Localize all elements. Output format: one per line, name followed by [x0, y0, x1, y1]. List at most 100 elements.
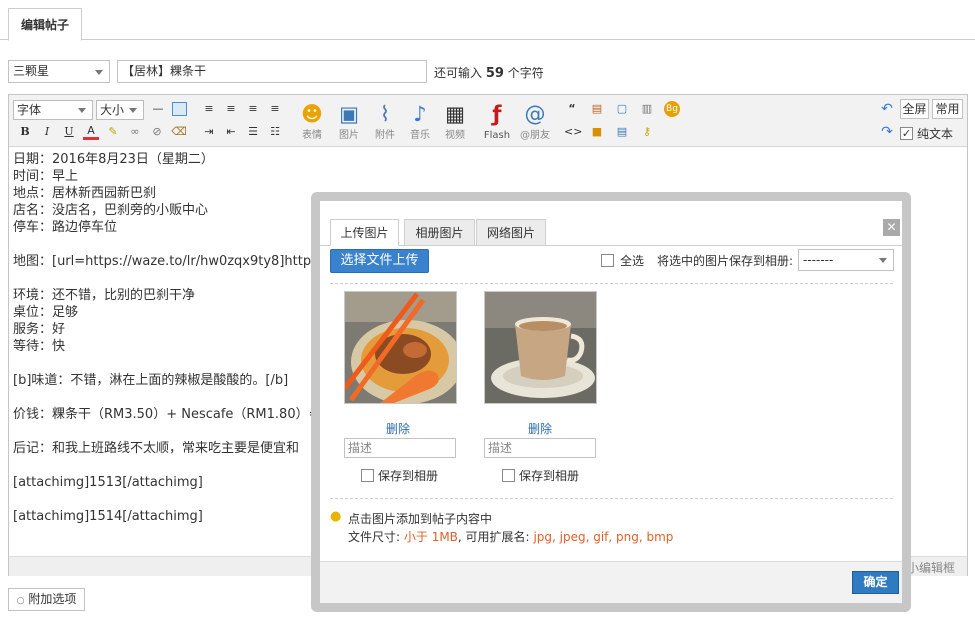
rating-select-value: 三颗星	[13, 64, 50, 78]
link-icon[interactable]: ∞	[127, 124, 143, 140]
attachment-button-label: 附件	[375, 130, 395, 141]
flash-icon: ƒ	[492, 102, 502, 126]
quote-icon[interactable]: “	[564, 101, 580, 117]
redo-icon[interactable]: ↷	[879, 124, 895, 140]
image-1-save-checkbox[interactable]	[361, 469, 374, 482]
file-size-value: 小于 1MB	[403, 530, 458, 544]
food-photo-noodles-icon	[345, 292, 456, 403]
unlink-icon[interactable]: ⊘	[149, 124, 165, 140]
font-color-icon[interactable]: A	[83, 124, 99, 140]
bold-icon[interactable]: B	[17, 124, 33, 140]
album-select[interactable]: -------	[798, 249, 894, 271]
image-button[interactable]: ▣ 图片	[335, 99, 363, 143]
file-info: 文件尺寸: 小于 1MB, 可用扩展名: jpg, jpeg, gif, png…	[348, 528, 673, 545]
save-to-album-label: 将选中的图片保存到相册:	[657, 254, 794, 268]
align-right-icon[interactable]: ≡	[245, 101, 261, 117]
image-thumbnail-1[interactable]	[344, 291, 457, 404]
ok-button[interactable]: 确定	[852, 571, 899, 594]
underline-icon[interactable]: U	[61, 124, 77, 140]
dialog-body: 上传图片 相册图片 网络图片 ✕ 选择文件上传 全选 将选中的图片保存到相册: …	[320, 201, 902, 603]
lock-icon[interactable]: ■	[589, 124, 605, 140]
key-icon[interactable]: ⚷	[639, 124, 655, 140]
emoji-button-label: 表情	[302, 130, 322, 141]
music-button[interactable]: ♪ 音乐	[406, 99, 434, 143]
smiley-icon: ☻	[301, 102, 323, 126]
align-justify-icon[interactable]: ≡	[267, 101, 283, 117]
align-left-icon[interactable]: ≡	[201, 101, 217, 117]
lightbulb-icon: ●	[330, 509, 342, 524]
content-line: 日期：2016年8月23日（星期二）	[13, 152, 214, 167]
code-icon[interactable]: <>	[564, 124, 582, 140]
table-icon[interactable]	[172, 102, 187, 116]
hide-icon[interactable]: ▤	[614, 124, 630, 140]
music-note-icon: ♪	[413, 102, 427, 126]
outdent-icon[interactable]: ⇤	[223, 124, 239, 140]
editor-toolbar: 字体 大小 — ≡ ≡ ≡ ≡ B I U A ✎ ∞ ⊘ ⌫ ⇥ ⇤ ☰ ☷ …	[9, 95, 967, 147]
font-select[interactable]: 字体	[13, 100, 93, 120]
unordered-list-icon[interactable]: ☷	[267, 124, 283, 140]
divider	[330, 283, 893, 284]
mention-button[interactable]: @ @朋友	[517, 99, 553, 143]
size-select[interactable]: 大小	[96, 100, 144, 120]
column-icon[interactable]: ▥	[639, 101, 655, 117]
clear-format-icon[interactable]: ⌫	[171, 124, 187, 140]
highlight-icon[interactable]: ✎	[105, 124, 121, 140]
food-photo-coffee-icon	[485, 292, 596, 403]
image-button-label: 图片	[339, 130, 359, 141]
indent-icon[interactable]: ⇥	[201, 124, 217, 140]
char-counter-prefix: 还可输入	[434, 66, 483, 80]
tab-edit-post[interactable]: 编辑帖子	[8, 8, 82, 41]
attachment-button[interactable]: ⌇ 附件	[371, 99, 399, 143]
image-1-description-placeholder: 描述	[348, 441, 373, 455]
mention-button-label: @朋友	[520, 130, 550, 141]
upload-file-button[interactable]: 选择文件上传	[330, 249, 429, 273]
extra-options-label: 附加选项	[28, 592, 77, 606]
char-counter-count: 59	[485, 66, 504, 81]
chevron-down-icon	[129, 108, 137, 113]
film-icon: ▦	[445, 102, 465, 126]
image-2-save-label: 保存到相册	[519, 469, 580, 483]
delete-image-2-link[interactable]: 删除	[528, 420, 552, 437]
select-all-label: 全选	[620, 254, 645, 268]
fullscreen-button[interactable]: 全屏	[900, 99, 929, 119]
image-thumbnail-2[interactable]	[484, 291, 597, 404]
undo-icon[interactable]: ↶	[879, 101, 895, 117]
image-1-save-label: 保存到相册	[378, 469, 439, 483]
image-icon: ▣	[339, 102, 359, 126]
extra-options-button[interactable]: ○ 附加选项	[8, 588, 85, 611]
ordered-list-icon[interactable]: ☰	[245, 124, 261, 140]
align-center-icon[interactable]: ≡	[223, 101, 239, 117]
close-icon[interactable]: ✕	[883, 219, 900, 236]
tab-upload-image[interactable]: 上传图片	[330, 219, 399, 246]
size-select-value: 大小	[100, 103, 125, 117]
page-icon[interactable]: ▢	[614, 101, 630, 117]
rating-select[interactable]: 三颗星	[8, 60, 110, 83]
image-2-description-input[interactable]: 描述	[484, 438, 596, 458]
char-counter: 还可输入 59 个字符	[434, 64, 544, 81]
flash-button[interactable]: ƒ Flash	[479, 99, 515, 143]
background-icon[interactable]: Bg	[664, 101, 680, 117]
plaintext-checkbox[interactable]: ✓	[900, 127, 913, 140]
flash-button-label: Flash	[483, 130, 511, 141]
plaintext-label: 纯文本	[917, 127, 954, 141]
at-icon: @	[524, 102, 546, 126]
title-input[interactable]: 【居林】粿条干	[117, 60, 427, 83]
tab-album-image[interactable]: 相册图片	[404, 219, 475, 246]
image-2-save-checkbox[interactable]	[502, 469, 515, 482]
select-all-checkbox[interactable]	[601, 254, 614, 267]
common-button[interactable]: 常用	[932, 99, 963, 119]
delete-image-1-link[interactable]: 删除	[386, 420, 410, 437]
tab-web-image[interactable]: 网络图片	[476, 219, 546, 246]
divider	[330, 498, 893, 499]
char-counter-suffix: 个字符	[507, 66, 544, 80]
image-upload-dialog: 上传图片 相册图片 网络图片 ✕ 选择文件上传 全选 将选中的图片保存到相册: …	[311, 192, 911, 612]
dialog-footer	[320, 561, 902, 603]
content-line: 时间：早上	[13, 169, 79, 184]
horizontal-rule-icon[interactable]: —	[150, 101, 166, 117]
italic-icon[interactable]: I	[39, 124, 55, 140]
video-button[interactable]: ▦ 视频	[441, 99, 469, 143]
image-1-description-input[interactable]: 描述	[344, 438, 456, 458]
chevron-down-icon	[78, 108, 86, 113]
free-icon[interactable]: ▤	[589, 101, 605, 117]
emoji-button[interactable]: ☻ 表情	[298, 99, 326, 143]
